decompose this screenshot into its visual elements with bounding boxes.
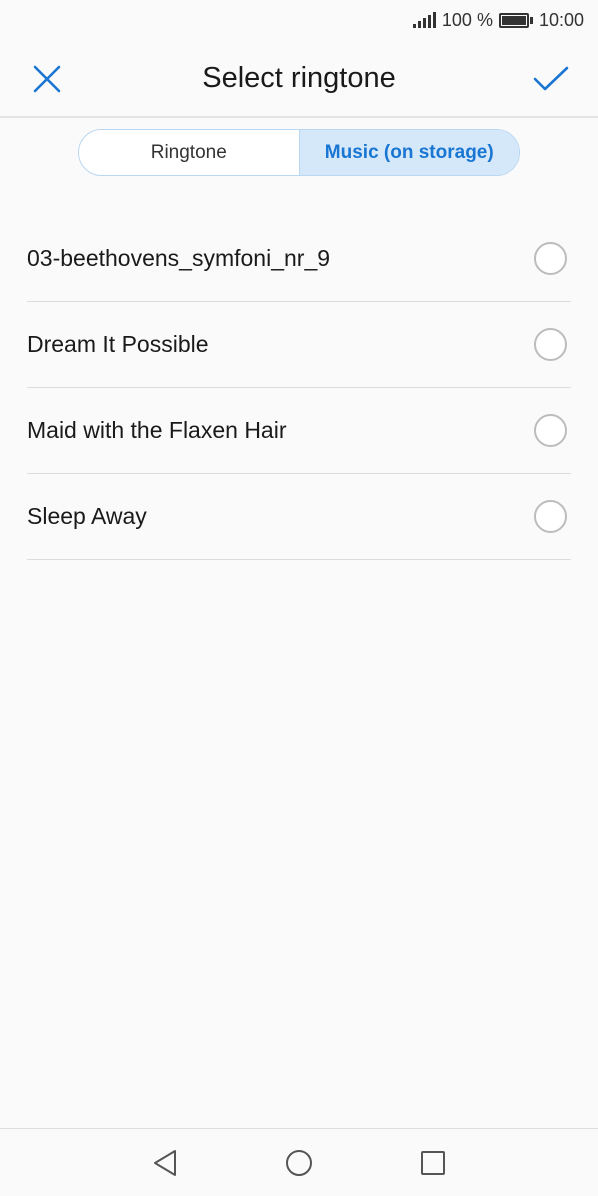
status-bar: 100 % 10:00 — [0, 0, 598, 40]
list-item-label: Dream It Possible — [27, 331, 209, 357]
check-icon — [533, 66, 569, 91]
signal-icon — [412, 12, 436, 28]
battery-percent: 100 % — [441, 9, 493, 30]
header: Select ringtone — [0, 40, 598, 118]
source-tabs: Ringtone Music (on storage) — [78, 129, 520, 176]
list-item[interactable]: Dream It Possible — [27, 302, 571, 388]
battery-icon — [498, 12, 533, 28]
page-title: Select ringtone — [202, 61, 396, 94]
radio-button[interactable] — [534, 500, 567, 533]
navigation-bar — [0, 1128, 598, 1196]
screen: 100 % 10:00 Select ringtone Ringtone Mus… — [0, 0, 598, 1196]
recents-square-icon — [421, 1150, 445, 1175]
list-item-label: 03-beethovens_symfoni_nr_9 — [27, 245, 331, 271]
list-item[interactable]: 03-beethovens_symfoni_nr_9 — [27, 216, 571, 302]
radio-button[interactable] — [534, 328, 567, 361]
list-item-label: Maid with the Flaxen Hair — [27, 417, 287, 443]
recents-button[interactable] — [413, 1143, 453, 1183]
list-item[interactable]: Sleep Away — [27, 474, 571, 560]
confirm-button[interactable] — [512, 40, 590, 118]
home-circle-icon — [286, 1149, 312, 1176]
list-item[interactable]: Maid with the Flaxen Hair — [27, 388, 571, 474]
radio-button[interactable] — [534, 242, 567, 275]
song-list: 03-beethovens_symfoni_nr_9 Dream It Poss… — [27, 216, 571, 560]
radio-button[interactable] — [534, 414, 567, 447]
back-triangle-icon — [154, 1149, 176, 1176]
home-button[interactable] — [279, 1143, 319, 1183]
back-button[interactable] — [145, 1143, 185, 1183]
close-icon — [33, 65, 61, 93]
tab-music-on-storage[interactable]: Music (on storage) — [298, 130, 519, 175]
clock: 10:00 — [538, 9, 584, 30]
tab-ringtone[interactable]: Ringtone — [79, 130, 299, 175]
list-item-label: Sleep Away — [27, 503, 147, 529]
close-button[interactable] — [8, 40, 86, 118]
